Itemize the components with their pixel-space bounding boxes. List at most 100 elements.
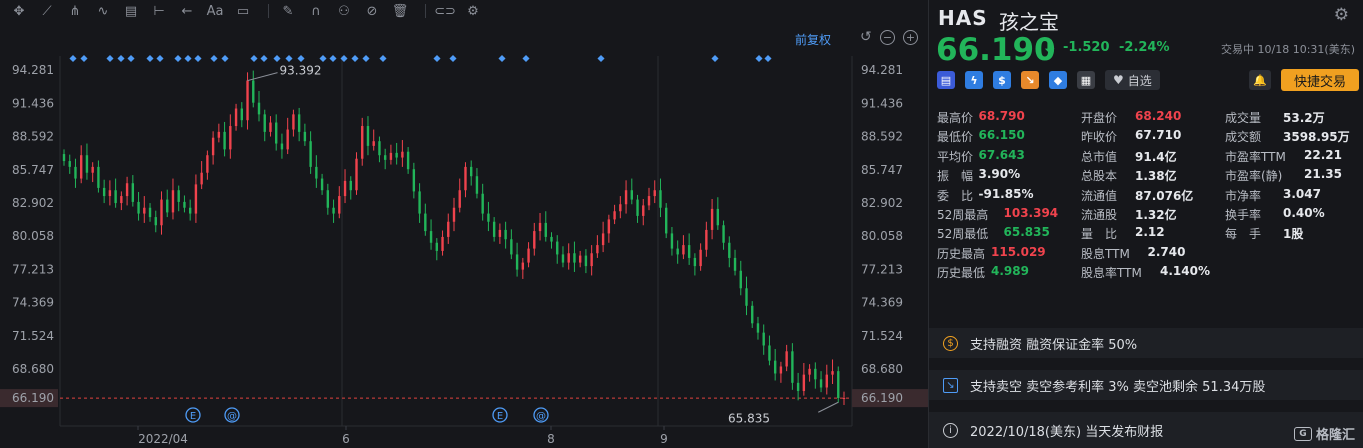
overlay-icon[interactable]: ⊂⊃ — [434, 2, 456, 20]
candle-body — [148, 207, 152, 218]
candle-body — [802, 374, 806, 391]
price-tick-right: 80.058 — [861, 229, 903, 243]
stat-value: 4.989 — [991, 264, 1029, 279]
event-diamond — [106, 54, 114, 63]
candle-body — [229, 126, 232, 150]
candle-body — [768, 345, 771, 361]
candle-body — [252, 80, 255, 103]
x-tick-label: 9 — [660, 432, 668, 446]
adjust-mode-button[interactable]: 前复权 — [795, 31, 831, 48]
candle-body — [412, 169, 416, 192]
candle-body — [458, 190, 461, 208]
x-tick-label: 8 — [547, 432, 555, 446]
candle-body — [573, 253, 576, 263]
candle-body — [607, 219, 611, 234]
trend-line-icon[interactable]: ⟋ — [36, 2, 58, 20]
event-diamond — [449, 54, 457, 63]
candle-body — [171, 190, 175, 213]
measure-icon[interactable]: ⊢ — [148, 2, 170, 20]
candle-body — [183, 201, 186, 208]
info-icon: i — [943, 422, 958, 438]
stat-row: 历史最高 115.029 股息TTM 2.740 — [937, 245, 1357, 264]
candle-body — [131, 183, 135, 202]
add-favorite-button[interactable]: ♥ 自选 — [1105, 70, 1160, 90]
candle-body — [166, 199, 169, 213]
event-diamond — [156, 54, 164, 63]
settings-icon[interactable]: ⚙ — [462, 2, 484, 20]
candle-body — [682, 245, 685, 255]
stat-row: 振 幅 3.90% 总股本 1.38亿 市盈率(静) 21.35 — [937, 167, 1357, 186]
stock-symbol: HAS — [938, 6, 988, 30]
stat-label: 流通股 — [1081, 207, 1118, 222]
candle-body — [343, 180, 347, 197]
stock-name: 孩之宝 — [999, 10, 1059, 34]
stat-value: 67.710 — [1135, 128, 1182, 143]
stat-label: 成交额 — [1225, 130, 1262, 145]
candle-body — [779, 366, 783, 374]
stat-label: 成交量 — [1225, 111, 1262, 125]
margin-info-text: 支持融资 融资保证金率 50% — [970, 337, 1138, 353]
candle-body — [74, 166, 77, 179]
trading-status: 交易中 10/18 10:31(美东) — [1221, 43, 1355, 56]
stat-row: 52周最高 103.394 流通股 1.32亿 换手率 0.40% — [937, 206, 1357, 225]
candle-body — [762, 332, 765, 346]
crosshair-icon[interactable]: ✥ — [8, 2, 30, 20]
fork-icon[interactable]: ⋔ — [64, 2, 86, 20]
stat-value: 3598.95万 — [1283, 130, 1350, 145]
bell-icon[interactable]: 🔔 — [1249, 70, 1271, 90]
fib-icon[interactable]: ▤ — [120, 2, 142, 20]
event-diamond — [362, 54, 370, 63]
candle-body — [814, 368, 817, 380]
candle-body — [80, 155, 83, 179]
margin-info-row[interactable]: $ 支持融资 融资保证金率 50% — [929, 328, 1363, 358]
candle-body — [722, 225, 725, 243]
lock-icon[interactable]: ⚇ — [333, 2, 355, 20]
short-info-row[interactable]: ↘ 支持卖空 卖空参考利率 3% 卖空池剩余 51.34万股 — [929, 370, 1363, 400]
trend-down-icon[interactable]: ↘ — [1021, 71, 1039, 89]
candle-body — [756, 323, 760, 333]
gear-icon[interactable]: ⚙ — [1334, 5, 1349, 25]
document-icon[interactable]: ▦ — [1077, 71, 1095, 89]
candle-body — [533, 231, 536, 249]
arrow-left-icon[interactable]: ← — [176, 2, 198, 20]
candle-body — [435, 242, 438, 251]
candle-body — [796, 382, 800, 391]
stat-value: 3.047 — [1283, 186, 1321, 201]
zoom-out-icon[interactable]: − — [880, 30, 895, 45]
price-tick-left: 88.592 — [12, 130, 54, 144]
candle-body — [590, 253, 593, 267]
pen-icon[interactable]: ✎ — [277, 2, 299, 20]
trash-icon[interactable]: 🗑 — [389, 2, 411, 20]
wave-icon[interactable]: ∿ — [92, 2, 114, 20]
event-diamond — [755, 54, 763, 63]
event-diamond — [319, 54, 327, 63]
undo-icon[interactable]: ↺ — [860, 29, 872, 45]
earnings-info-text: 2022/10/18(美东) 当天发布财报 — [970, 424, 1164, 440]
note-icon[interactable]: ▭ — [232, 2, 254, 20]
candle-body — [188, 207, 192, 214]
candle-body — [383, 155, 387, 160]
candle-body — [578, 255, 582, 263]
candle-body — [332, 207, 335, 214]
text-icon[interactable]: Aa — [204, 2, 226, 20]
quick-trade-button[interactable]: 快捷交易 — [1281, 69, 1359, 91]
candle-body — [200, 172, 203, 185]
candle-body — [687, 245, 691, 258]
candle-body — [108, 190, 112, 197]
us-flag-icon[interactable]: ▤ — [937, 71, 955, 89]
event-diamond — [69, 54, 77, 63]
dollar-icon[interactable]: $ — [993, 71, 1011, 89]
candle-body — [320, 178, 324, 191]
magnet-icon[interactable]: ∩ — [305, 2, 327, 20]
zoom-in-icon[interactable]: + — [903, 30, 918, 45]
lightning-icon[interactable]: ϟ — [965, 71, 983, 89]
chart-canvas[interactable]: 94.281 94.281 91.436 91.436 88.592 88.592 85.7… — [0, 22, 928, 448]
stats-grid: 最高价 68.790 开盘价 68.240 成交量 53.2万 最低价 66.150 昨收价 67… — [937, 109, 1357, 284]
candle-body — [154, 217, 157, 226]
hide-icon[interactable]: ⊘ — [361, 2, 383, 20]
tag-icon[interactable]: ◆ — [1049, 71, 1067, 89]
candlestick-chart[interactable]: 94.281 94.281 91.436 91.436 88.592 88.592 85.7… — [0, 22, 928, 448]
stat-label: 流通值 — [1081, 188, 1118, 203]
candle-body — [286, 129, 289, 150]
stat-label: 昨收价 — [1081, 130, 1118, 145]
